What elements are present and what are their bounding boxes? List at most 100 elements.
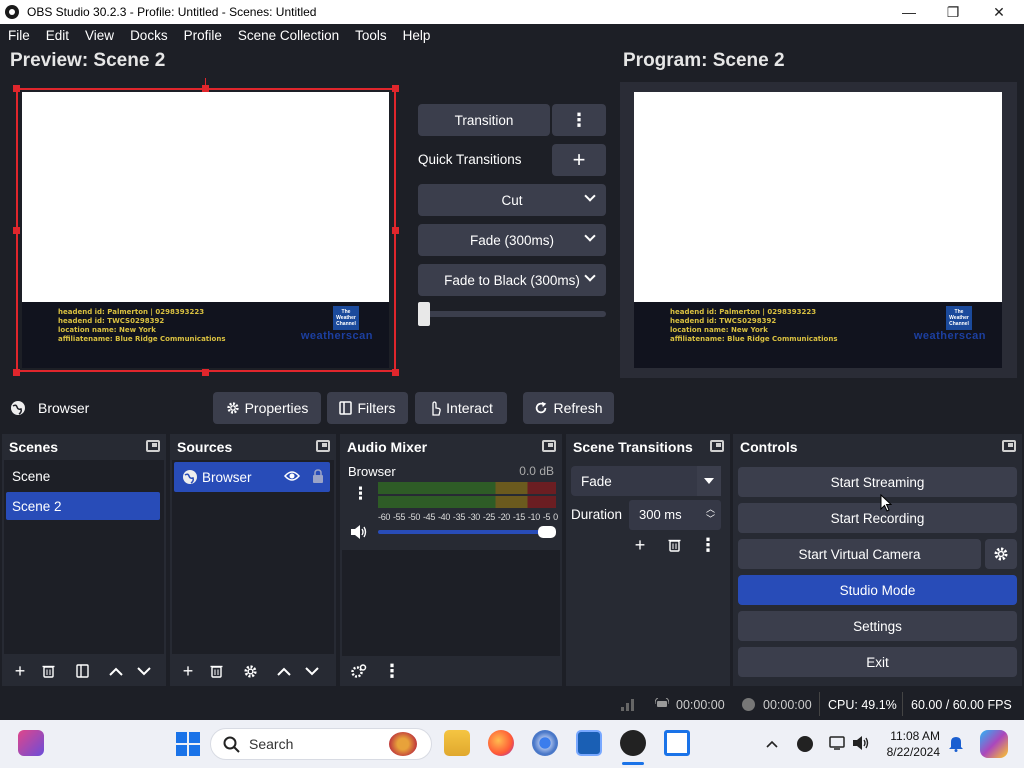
source-item-browser[interactable]: Browser [174, 462, 330, 492]
studio-mode-button[interactable]: Studio Mode [738, 575, 1017, 605]
chevron-up-icon[interactable] [270, 658, 298, 684]
menu-view[interactable]: View [85, 28, 114, 43]
quick-transition-cut[interactable]: Cut [418, 184, 606, 216]
feed-text: headend id: Palmerton | 0298393223 heade… [670, 308, 838, 343]
quick-transition-fade-to-black[interactable]: Fade to Black (300ms) [418, 264, 606, 296]
undock-icon[interactable] [316, 440, 330, 452]
record-time: 00:00:00 [763, 698, 812, 712]
refresh-button[interactable]: Refresh [523, 392, 614, 424]
duration-spinbox[interactable]: 300 ms ︿ ﹀ [629, 500, 721, 530]
remote-desktop-icon[interactable] [576, 730, 602, 756]
firefox-icon[interactable] [488, 730, 514, 756]
speaker-icon[interactable] [350, 524, 368, 543]
chevron-up-icon[interactable] [102, 658, 130, 684]
chevron-down-icon[interactable] [298, 658, 326, 684]
taskbar-search[interactable]: Search [210, 728, 432, 760]
scene-item[interactable]: Scene [6, 462, 160, 490]
chrome-icon[interactable] [532, 730, 558, 756]
volume-slider-track[interactable] [378, 530, 556, 534]
transition-button[interactable]: Transition [418, 104, 550, 136]
clock-time[interactable]: 11:08 AM [884, 729, 940, 743]
undock-icon[interactable] [146, 440, 160, 452]
network-icon[interactable] [829, 735, 847, 754]
minimize-button[interactable]: — [886, 0, 932, 24]
resize-handle[interactable] [202, 369, 209, 376]
filters-button[interactable]: Filters [327, 392, 408, 424]
chevron-down-icon[interactable] [130, 658, 158, 684]
trash-icon[interactable] [202, 658, 230, 684]
resize-handle[interactable] [13, 85, 20, 92]
interact-button[interactable]: Interact [415, 392, 507, 424]
menu-scene-collection[interactable]: Scene Collection [238, 28, 339, 43]
notification-bell-icon[interactable] [948, 734, 964, 755]
menu-edit[interactable]: Edit [46, 28, 69, 43]
obs-tray-icon[interactable] [797, 736, 813, 752]
copilot-pre-icon[interactable] [980, 730, 1008, 758]
gear-icon[interactable] [236, 658, 264, 684]
start-virtual-camera-button[interactable]: Start Virtual Camera [738, 539, 981, 569]
menu-docks[interactable]: Docks [130, 28, 168, 43]
trash-icon[interactable] [34, 658, 62, 684]
menu-profile[interactable]: Profile [184, 28, 222, 43]
exit-button[interactable]: Exit [738, 647, 1017, 677]
scene-item-selected[interactable]: Scene 2 [6, 492, 160, 520]
resize-handle[interactable] [392, 85, 399, 92]
virtual-camera-settings-button[interactable] [985, 539, 1017, 569]
window-app-icon[interactable] [664, 730, 690, 756]
eye-icon[interactable] [284, 470, 300, 485]
clock-date[interactable]: 8/22/2024 [884, 745, 940, 759]
settings-button[interactable]: Settings [738, 611, 1017, 641]
spin-arrows-icon[interactable]: ︿ ﹀ [706, 504, 715, 524]
transition-menu-button[interactable]: ⋮ [552, 104, 606, 136]
resize-handle[interactable] [392, 369, 399, 376]
mixer-menu-icon[interactable]: ⋮ [378, 658, 406, 684]
weather-channel-logo: The Weather Channel [946, 306, 972, 330]
obs-taskbar-icon[interactable] [620, 730, 646, 756]
mixer-menu-icon[interactable]: ⋮ [352, 484, 369, 504]
volume-meter [378, 496, 556, 508]
mixer-channel-name: Browser [348, 464, 396, 479]
scene-filters-icon[interactable] [68, 658, 96, 684]
lock-icon[interactable] [312, 469, 324, 486]
copilot-app-icon[interactable] [18, 730, 44, 756]
t-bar-track[interactable] [418, 311, 606, 317]
transition-menu-icon[interactable]: ⋮ [694, 532, 722, 558]
undock-icon[interactable] [1002, 440, 1016, 452]
quick-transition-fade[interactable]: Fade (300ms) [418, 224, 606, 256]
resize-handle[interactable] [202, 85, 209, 92]
chevron-up-icon[interactable] [766, 736, 778, 751]
volume-icon[interactable] [852, 735, 870, 754]
chevron-down-icon [584, 190, 596, 202]
start-streaming-button[interactable]: Start Streaming [738, 467, 1017, 497]
trash-icon[interactable] [660, 532, 688, 558]
transition-select[interactable]: Fade [571, 466, 721, 496]
resize-handle[interactable] [13, 227, 20, 234]
maximize-button[interactable]: ❐ [930, 0, 976, 24]
undock-icon[interactable] [710, 440, 724, 452]
add-icon[interactable]: + [174, 658, 202, 684]
resize-handle[interactable] [392, 227, 399, 234]
rotation-handle[interactable] [205, 78, 206, 86]
add-icon[interactable]: + [626, 532, 654, 558]
start-recording-button[interactable]: Start Recording [738, 503, 1017, 533]
add-quick-transition-button[interactable]: + [552, 144, 606, 176]
close-button[interactable]: ✕ [976, 0, 1022, 24]
menu-tools[interactable]: Tools [355, 28, 387, 43]
advanced-audio-gear-icon[interactable] [344, 658, 372, 684]
source-selection-box[interactable] [16, 88, 396, 372]
search-icon [223, 736, 241, 757]
windows-start-icon[interactable] [176, 732, 200, 759]
properties-button[interactable]: Properties [213, 392, 321, 424]
undock-icon[interactable] [542, 440, 556, 452]
add-icon[interactable]: + [6, 658, 34, 684]
file-explorer-icon[interactable] [444, 730, 470, 756]
resize-handle[interactable] [13, 369, 20, 376]
volume-slider-handle[interactable] [538, 526, 556, 538]
chevron-down-icon [584, 230, 596, 242]
menu-file[interactable]: File [8, 28, 30, 43]
audio-mixer-dock: Audio Mixer Browser 0.0 dB ⋮ -60 -55 -50 -4… [340, 434, 562, 686]
menu-help[interactable]: Help [403, 28, 431, 43]
status-divider [902, 692, 903, 716]
t-bar-handle[interactable] [418, 302, 430, 326]
mixer-level-db: 0.0 dB [519, 464, 554, 478]
